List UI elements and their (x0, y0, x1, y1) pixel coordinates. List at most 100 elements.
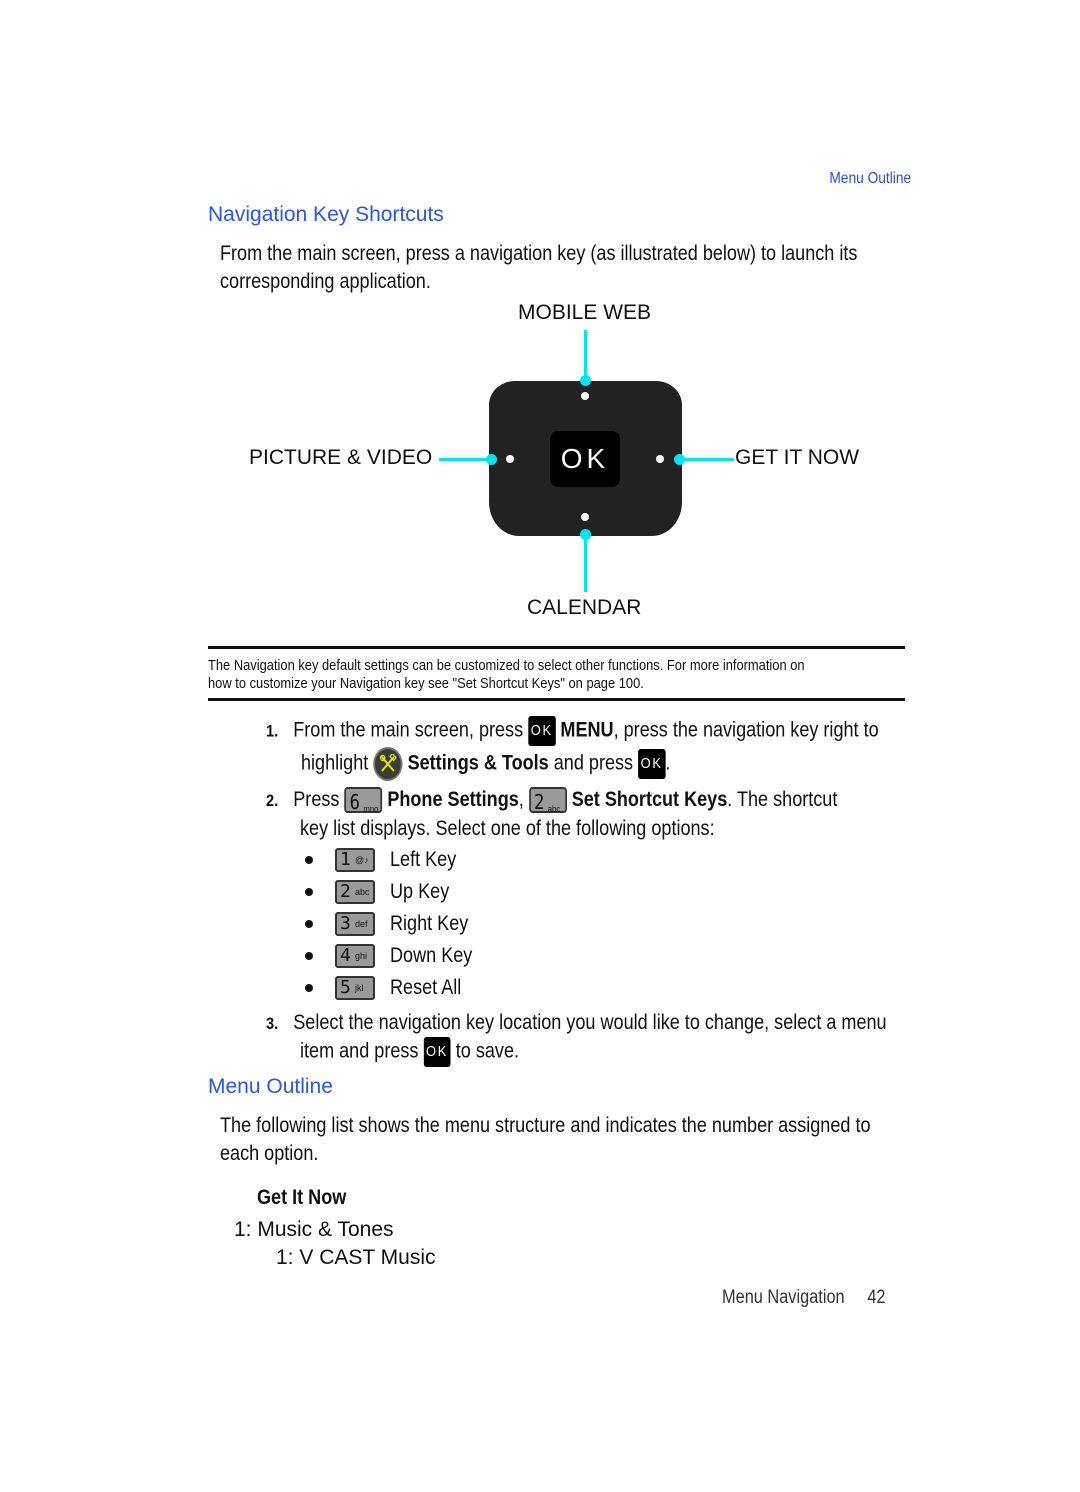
option-item-right-key[interactable]: 3 def Right Key (305, 910, 481, 938)
bullet-icon (305, 984, 313, 992)
menu-outline-item-level-1: 1: Music & Tones (234, 1218, 394, 1241)
step-emphasis-menu: MENU (560, 718, 614, 742)
key-2-icon: 2 abc (528, 787, 567, 815)
step-1-continued: highlight Settings & Tools and press OK. (301, 747, 731, 781)
option-label: Up Key (390, 880, 450, 903)
step-text: From the main screen, press (293, 718, 524, 742)
step-number: 2. (266, 791, 279, 810)
ok-key-icon: OK (423, 1037, 451, 1067)
connector-left-dot (486, 454, 497, 465)
note-cross-reference-link[interactable]: Set Shortcut Keys (457, 675, 560, 692)
ok-key-icon: OK (638, 749, 666, 779)
intro-line: each option. (220, 1142, 319, 1165)
key-digit: 2 (340, 881, 351, 902)
section-title-menu-outline: Menu Outline (208, 1075, 333, 1098)
key-digit: 6 (349, 790, 360, 815)
step-number: 3. (266, 1014, 279, 1033)
step-text: to save. (455, 1039, 520, 1063)
label-get-it-now: GET IT NOW (735, 446, 860, 469)
key-digit: 5 (340, 977, 351, 998)
section-title-navigation-key-shortcuts: Navigation Key Shortcuts (208, 203, 444, 226)
key-letters: def (355, 919, 368, 929)
label-mobile-web: MOBILE WEB (518, 301, 652, 324)
step-text: . The shortcut (727, 788, 838, 811)
nav-right-dot (656, 455, 664, 463)
option-label: Left Key (390, 848, 457, 871)
key-2-icon: 2 abc (335, 880, 375, 904)
connector-down (584, 535, 587, 592)
option-item-down-key[interactable]: 4 ghi Down Key (305, 942, 486, 970)
note-line: how to customize your Navigation key see… (208, 675, 458, 692)
nav-down-dot (581, 513, 589, 521)
step-text: highlight (301, 751, 369, 775)
note-bottom-rule (208, 698, 905, 701)
label-calendar: CALENDAR (527, 596, 642, 619)
note-top-rule (208, 646, 905, 649)
key-letters: @♪ (355, 855, 369, 865)
intro-line: The following list shows the menu struct… (220, 1114, 871, 1137)
connector-left (439, 458, 491, 461)
ok-label: OK (560, 443, 610, 474)
step-3: 3. Select the navigation key location yo… (266, 1009, 988, 1038)
key-digit: 1 (340, 849, 351, 870)
note-text: The Navigation key default settings can … (208, 657, 908, 693)
note-line: " on page 100. (560, 675, 644, 692)
connector-up-dot (580, 375, 591, 386)
step-3-continued: item and press OK to save. (300, 1037, 555, 1067)
ok-key-label: OK (426, 1043, 449, 1060)
ok-key-label: OK (640, 755, 663, 772)
step-text: Press (293, 788, 340, 811)
connector-down-dot (580, 529, 591, 540)
key-3-icon: 3 def (335, 912, 375, 936)
key-letters: ghi (355, 951, 368, 961)
settings-tools-icon (373, 747, 403, 781)
bullet-icon (305, 920, 313, 928)
running-header[interactable]: Menu Outline (816, 170, 911, 188)
step-2-continued: key list displays. Select one of the fol… (300, 815, 782, 843)
ok-key-label: OK (530, 722, 553, 739)
section1-intro: From the main screen, press a navigation… (220, 240, 961, 296)
step-emphasis-set-shortcut-keys: Set Shortcut Keys (571, 788, 728, 811)
key-letters: abc (355, 887, 370, 897)
key-letters: jkl (355, 983, 364, 993)
note-line: The Navigation key default settings can … (208, 657, 805, 674)
step-text: , press the navigation key right to (613, 718, 879, 742)
connector-right-dot (674, 454, 685, 465)
step-2: 2. Press 6 mno Phone Settings, 2 abc Set S… (266, 786, 930, 815)
step-text: key list displays. Select one of the fol… (300, 817, 715, 840)
option-item-reset-all[interactable]: 5 jkl Reset All (305, 974, 473, 1002)
footer-section-name: Menu Navigation (722, 1287, 845, 1308)
navigation-key-diagram: MOBILE WEB PICTURE & VIDEO GET IT NOW CA… (240, 295, 880, 625)
ok-key-icon: OK (528, 716, 556, 746)
key-digit: 3 (340, 913, 351, 934)
step-number: 1. (266, 721, 279, 741)
step-1: 1. From the main screen, press OK MENU, … (266, 716, 978, 746)
step-text: and press (553, 751, 634, 775)
bullet-icon (305, 856, 313, 864)
running-header-link[interactable]: Menu Outline (829, 170, 911, 188)
group-title-text: Get It Now (257, 1186, 347, 1209)
nav-up-dot (581, 392, 589, 400)
option-label: Down Key (390, 944, 473, 967)
step-emphasis-phone-settings: Phone Settings (387, 788, 519, 811)
label-picture-video: PICTURE & VIDEO (249, 446, 433, 469)
menu-outline-item-level-2: 1: V CAST Music (276, 1246, 436, 1269)
option-label: Reset All (390, 976, 462, 999)
page-footer: Menu Navigation 42 (722, 1287, 912, 1309)
key-digit: 2 (533, 790, 545, 815)
key-5-icon: 5 jkl (335, 976, 375, 1000)
connector-right (680, 458, 734, 461)
nav-left-dot (506, 455, 514, 463)
connector-up (584, 330, 587, 380)
key-6-icon: 6 mno (344, 787, 383, 815)
bullet-icon (305, 952, 313, 960)
ok-key-icon: OK (550, 431, 620, 487)
section2-intro: The following list shows the menu struct… (220, 1112, 976, 1168)
option-label: Right Key (390, 912, 469, 935)
option-item-up-key[interactable]: 2 abc Up Key (305, 878, 459, 906)
menu-group-title: Get It Now (257, 1186, 361, 1210)
step-text: Select the navigation key location you w… (293, 1011, 887, 1034)
option-item-left-key[interactable]: 1 @♪ Left Key (305, 846, 467, 874)
page-number: 42 (867, 1287, 886, 1308)
intro-line: From the main screen, press a navigation… (220, 242, 858, 265)
